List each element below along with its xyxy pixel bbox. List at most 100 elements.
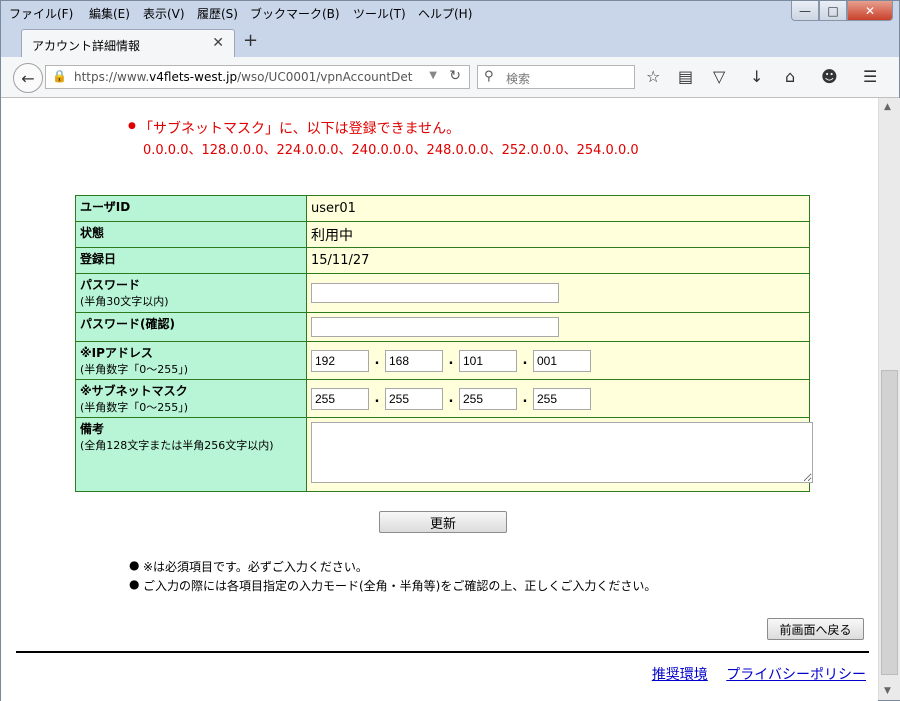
search-icon: ⚲: [484, 69, 494, 84]
note-text: ※は必須項目です。必ずご入力ください。: [143, 560, 368, 574]
smiley-icon[interactable]: ☻: [821, 67, 838, 86]
tab-account-detail[interactable]: アカウント詳細情報 ✕: [21, 29, 235, 58]
mask-separator: .: [448, 391, 454, 406]
page-content: ● 「サブネットマスク」に、以下は登録できません。 0.0.0.0、128.0.…: [1, 98, 878, 701]
url-bar[interactable]: 🔒 https://www.v4flets-west.jp/wso/UC0001…: [45, 65, 470, 89]
menu-file[interactable]: ファイル(F): [9, 5, 73, 22]
menu-bookmarks[interactable]: ブックマーク(B): [250, 5, 340, 22]
recommended-env-link[interactable]: 推奨環境: [652, 667, 708, 683]
back-arrow-icon[interactable]: ←: [13, 63, 43, 93]
row-memo: 備考 (全角128文字または半角256文字以内): [75, 417, 813, 492]
row-registered: 登録日 15/11/27: [75, 247, 810, 274]
memo-textarea[interactable]: [311, 422, 813, 483]
mask-hint: (半角数字「0〜255」): [80, 401, 189, 414]
account-form-table: ユーザID user01 状態 利用中 登録日 15/11/27 パスワード (…: [75, 195, 813, 492]
password-field[interactable]: [311, 283, 559, 303]
search-placeholder: 検索: [506, 72, 531, 86]
ip-label: ※IPアドレス: [80, 346, 153, 360]
ip-separator: .: [374, 353, 380, 368]
memo-hint: (全角128文字または半角256文字以内): [80, 439, 274, 452]
password-confirm-label: パスワード(確認): [75, 312, 307, 342]
row-status: 状態 利用中: [75, 221, 810, 248]
row-password-confirm: パスワード(確認): [75, 312, 810, 342]
memo-label: 備考: [80, 422, 105, 436]
list-item: ● ご入力の際には各項目指定の入力モード(全角・半角等)をご確認の上、正しくご入…: [129, 577, 656, 596]
menu-history[interactable]: 履歴(S): [197, 5, 238, 22]
menu-tools[interactable]: ツール(T): [353, 5, 406, 22]
scroll-down-icon[interactable]: ▼: [884, 686, 891, 696]
tab-title: アカウント詳細情報: [32, 39, 141, 53]
ip-cell: ...: [306, 341, 810, 380]
back-to-previous-button[interactable]: 前画面へ戻る: [767, 618, 864, 640]
footer-divider: [16, 651, 869, 653]
menu-view[interactable]: 表示(V): [143, 5, 185, 22]
minimize-icon[interactable]: —: [791, 1, 819, 21]
update-button[interactable]: 更新: [379, 511, 507, 533]
url-text: https://www.v4flets-west.jp/wso/UC0001/v…: [74, 70, 413, 84]
mask-cell: ...: [306, 379, 810, 418]
ip-separator: .: [448, 353, 454, 368]
mask-octet-3-field[interactable]: [459, 387, 517, 410]
status-label: 状態: [75, 221, 307, 248]
vertical-scrollbar[interactable]: ▲ ▼: [878, 98, 900, 700]
mask-octet-1-field[interactable]: [311, 387, 369, 410]
menu-edit[interactable]: 編集(E): [89, 5, 130, 22]
pocket-icon[interactable]: ▽: [713, 67, 725, 86]
reload-icon[interactable]: ↻: [449, 68, 461, 84]
ip-label-cell: ※IPアドレス (半角数字「0〜255」): [75, 341, 307, 380]
mask-octet-2-field[interactable]: [385, 387, 443, 410]
ip-octet-3-field[interactable]: [459, 349, 517, 372]
password-label: パスワード: [80, 278, 141, 292]
mask-octet-4-field[interactable]: [533, 387, 591, 410]
close-window-icon[interactable]: ✕: [847, 1, 893, 21]
scroll-thumb[interactable]: [881, 370, 898, 675]
mask-label-cell: ※サブネットマスク (半角数字「0〜255」): [75, 379, 307, 418]
download-icon[interactable]: ↓: [750, 67, 763, 86]
window-controls: — □ ✕: [791, 1, 893, 21]
ip-separator: .: [522, 353, 528, 368]
close-tab-icon[interactable]: ✕: [212, 35, 224, 51]
ip-octet-1-field[interactable]: [311, 349, 369, 372]
reader-icon[interactable]: ▤: [678, 67, 693, 86]
status-value: 利用中: [306, 221, 810, 248]
scroll-up-icon[interactable]: ▲: [884, 102, 891, 112]
privacy-policy-link[interactable]: プライバシーポリシー: [726, 667, 866, 683]
password-label-cell: パスワード (半角30文字以内): [75, 273, 307, 313]
new-tab-icon[interactable]: +: [243, 30, 258, 51]
row-user-id: ユーザID user01: [75, 195, 810, 222]
memo-cell: [306, 417, 813, 492]
lock-icon[interactable]: 🔒: [52, 69, 67, 83]
password-confirm-cell: [306, 312, 810, 342]
tab-strip: アカウント詳細情報 ✕ +: [1, 25, 899, 58]
hamburger-menu-icon[interactable]: ☰: [863, 67, 877, 86]
registered-label: 登録日: [75, 247, 307, 274]
ip-octet-2-field[interactable]: [385, 349, 443, 372]
mask-label: ※サブネットマスク: [80, 384, 188, 398]
row-ip-address: ※IPアドレス (半角数字「0〜255」) ...: [75, 341, 810, 380]
mask-separator: .: [522, 391, 528, 406]
password-hint: (半角30文字以内): [80, 295, 169, 308]
url-dropdown-icon[interactable]: ▼: [429, 70, 437, 81]
maximize-icon[interactable]: □: [819, 1, 847, 21]
home-icon[interactable]: ⌂: [785, 67, 795, 86]
menu-bar: ファイル(F) 編集(E) 表示(V) 履歴(S) ブックマーク(B) ツール(…: [1, 1, 899, 25]
row-subnet-mask: ※サブネットマスク (半角数字「0〜255」) ...: [75, 379, 810, 418]
row-password: パスワード (半角30文字以内): [75, 273, 810, 313]
ip-octet-4-field[interactable]: [533, 349, 591, 372]
notes-list: ● ※は必須項目です。必ずご入力ください。 ● ご入力の際には各項目指定の入力モ…: [129, 558, 656, 596]
error-bullet-icon: ●: [128, 121, 136, 131]
menu-help[interactable]: ヘルプ(H): [418, 5, 472, 22]
star-icon[interactable]: ☆: [646, 67, 660, 86]
registered-value: 15/11/27: [306, 247, 810, 274]
browser-window: ファイル(F) 編集(E) 表示(V) 履歴(S) ブックマーク(B) ツール(…: [0, 0, 900, 701]
error-values: 0.0.0.0、128.0.0.0、224.0.0.0、240.0.0.0、24…: [143, 143, 639, 158]
footer-links: 推奨環境 プライバシーポリシー: [638, 664, 866, 684]
memo-label-cell: 備考 (全角128文字または半角256文字以内): [75, 417, 307, 492]
password-cell: [306, 273, 810, 313]
search-bar[interactable]: ⚲ 検索: [477, 65, 635, 89]
user-id-value: user01: [306, 195, 810, 222]
list-item: ● ※は必須項目です。必ずご入力ください。: [129, 558, 656, 577]
mask-separator: .: [374, 391, 380, 406]
password-confirm-field[interactable]: [311, 317, 559, 337]
bullet-icon: ●: [129, 577, 140, 591]
